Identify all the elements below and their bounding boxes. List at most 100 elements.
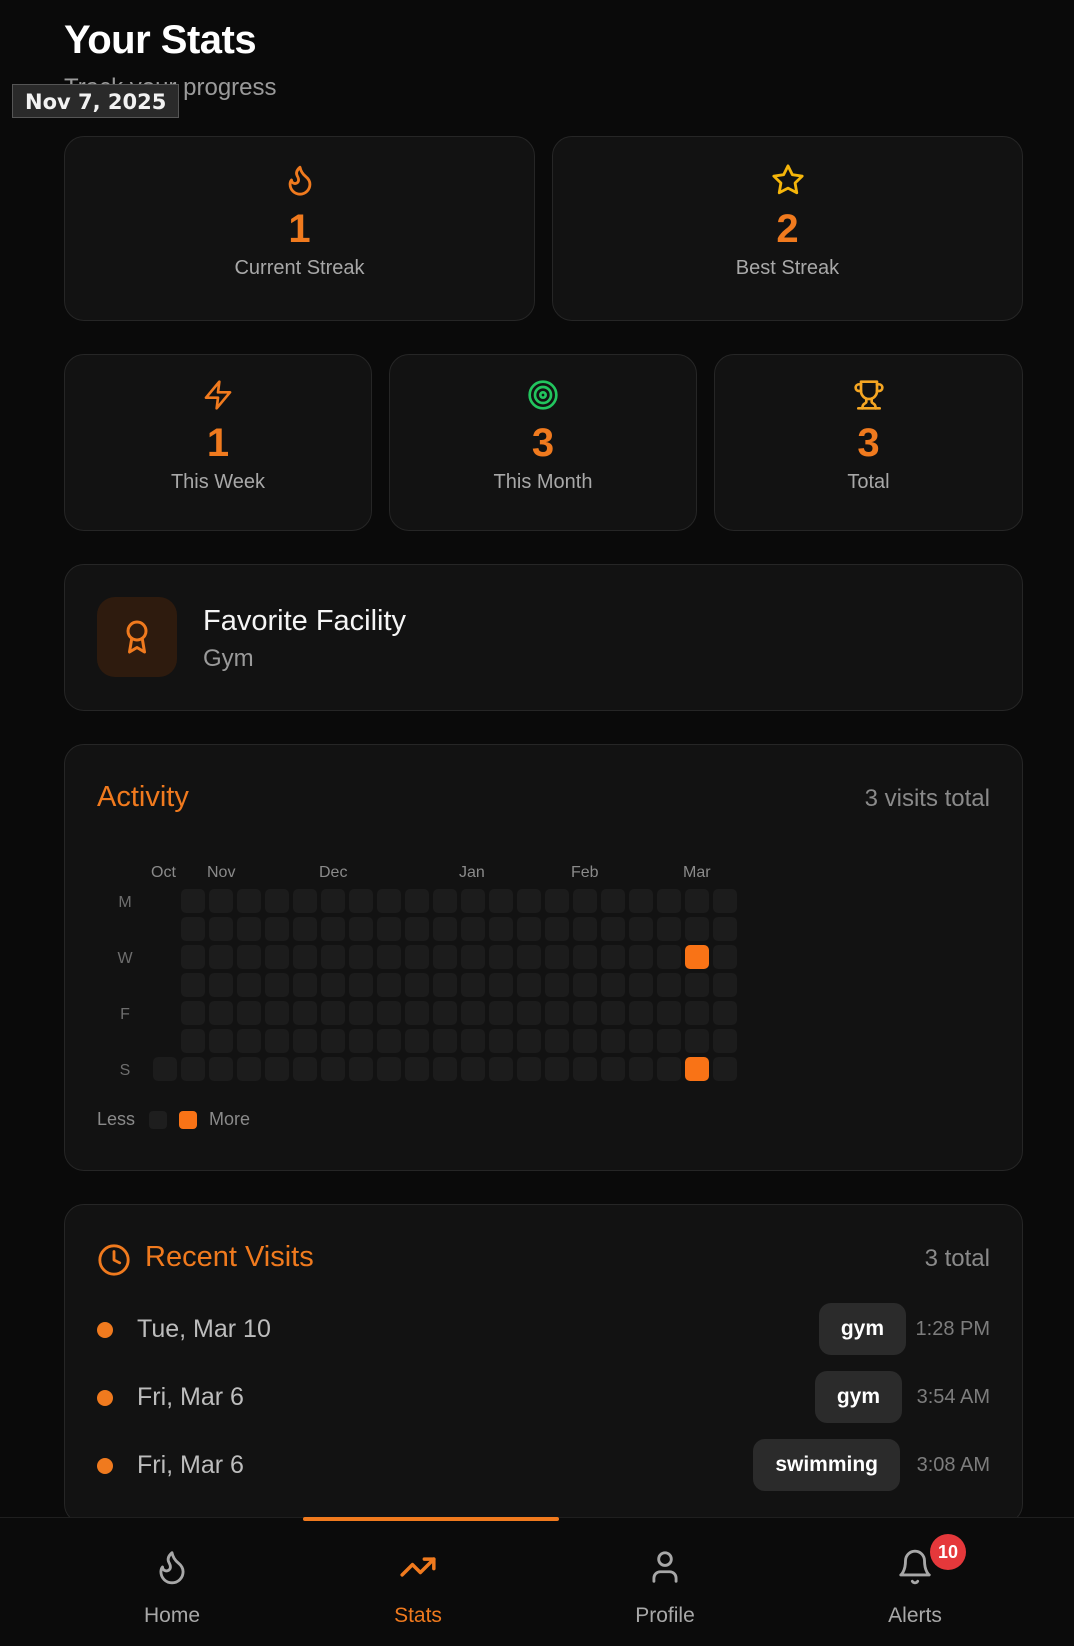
nav-item-alerts[interactable]: 10 Alerts bbox=[792, 1518, 1038, 1646]
stats-page: Your Stats Track your progress Nov 7, 20… bbox=[0, 0, 1074, 1646]
trending-up-icon bbox=[400, 1557, 436, 1577]
heatmap-cell bbox=[377, 1057, 401, 1081]
heatmap-cell bbox=[405, 945, 429, 969]
legend-empty-swatch bbox=[149, 1111, 167, 1129]
best-streak-value: 2 bbox=[776, 207, 799, 251]
heatmap-cell bbox=[293, 1057, 317, 1081]
heatmap-cell bbox=[433, 1001, 457, 1025]
heatmap-cell bbox=[293, 1029, 317, 1053]
favorite-facility-card: Favorite Facility Gym bbox=[64, 564, 1023, 711]
heatmap-cell bbox=[349, 917, 373, 941]
heatmap-cell bbox=[685, 889, 709, 913]
heatmap-cell bbox=[629, 973, 653, 997]
heatmap-cell bbox=[293, 889, 317, 913]
facility-badge: gym bbox=[814, 1371, 902, 1423]
heatmap-cell bbox=[489, 1057, 513, 1081]
heatmap-cell bbox=[377, 1001, 401, 1025]
heatmap-cell bbox=[601, 1001, 625, 1025]
heatmap-cell bbox=[657, 945, 681, 969]
heatmap-cell bbox=[349, 1001, 373, 1025]
nav-label-stats: Stats bbox=[394, 1604, 442, 1627]
heatmap-cell bbox=[601, 917, 625, 941]
heatmap-cell bbox=[293, 973, 317, 997]
nav-item-profile[interactable]: Profile bbox=[542, 1518, 788, 1646]
bottom-nav: Home Stats Profile 10 Alerts bbox=[0, 1517, 1074, 1646]
total-card: 3 Total bbox=[714, 354, 1023, 531]
heatmap-cell bbox=[209, 917, 233, 941]
month-label: Mar bbox=[683, 864, 711, 881]
visit-row[interactable]: Fri, Mar 6 swimming 3:08 AM bbox=[65, 1439, 1022, 1491]
heatmap-cell bbox=[461, 973, 485, 997]
legend-less: Less bbox=[97, 1109, 136, 1129]
visit-date: Fri, Mar 6 bbox=[137, 1451, 244, 1479]
day-label: M bbox=[118, 894, 131, 911]
heatmap-cell bbox=[489, 973, 513, 997]
heatmap-cell-active bbox=[685, 945, 709, 969]
heatmap-cell bbox=[433, 917, 457, 941]
heatmap-cell bbox=[265, 917, 289, 941]
recent-visits-card: Recent Visits 3 total Tue, Mar 10 gym 1:… bbox=[64, 1204, 1023, 1524]
heatmap-cell bbox=[181, 1057, 205, 1081]
heatmap-cell bbox=[489, 1029, 513, 1053]
heatmap-cell bbox=[349, 1029, 373, 1053]
heatmap-cell bbox=[713, 1001, 737, 1025]
activity-card: Activity 3 visits total Oct Nov Dec Jan Feb M… bbox=[64, 744, 1023, 1171]
heatmap-cell bbox=[657, 1057, 681, 1081]
heatmap-cell bbox=[209, 1001, 233, 1025]
heatmap-cell bbox=[209, 889, 233, 913]
heatmap-cell bbox=[657, 1001, 681, 1025]
heatmap-cell bbox=[181, 917, 205, 941]
heatmap-cell bbox=[573, 1029, 597, 1053]
heatmap-cell bbox=[181, 945, 205, 969]
heatmap-cell bbox=[265, 945, 289, 969]
heatmap-cell bbox=[629, 1029, 653, 1053]
heatmap-cell bbox=[601, 1057, 625, 1081]
heatmap-cell bbox=[713, 917, 737, 941]
heatmap-cell bbox=[321, 945, 345, 969]
heatmap-cell bbox=[433, 973, 457, 997]
heatmap-cell bbox=[237, 945, 261, 969]
heatmap-cell bbox=[601, 945, 625, 969]
heatmap-cell bbox=[181, 973, 205, 997]
heatmap-cell bbox=[461, 945, 485, 969]
heatmap-cell bbox=[349, 945, 373, 969]
nav-label-home: Home bbox=[143, 1604, 201, 1627]
legend-full-swatch bbox=[179, 1111, 197, 1129]
heatmap-cell bbox=[209, 945, 233, 969]
visit-date: Tue, Mar 10 bbox=[137, 1315, 271, 1343]
heatmap-cell bbox=[517, 1001, 541, 1025]
zap-icon bbox=[204, 380, 232, 410]
heatmap-cell bbox=[209, 973, 233, 997]
heatmap-cell bbox=[685, 1001, 709, 1025]
visit-date: Fri, Mar 6 bbox=[137, 1383, 244, 1411]
bell-icon bbox=[899, 1549, 931, 1585]
favorite-icon-box bbox=[97, 597, 177, 677]
this-week-label: This Week bbox=[170, 471, 266, 493]
heatmap-cell bbox=[321, 917, 345, 941]
current-streak-value: 1 bbox=[288, 207, 311, 251]
visit-dot bbox=[97, 1390, 113, 1406]
best-streak-card: 2 Best Streak bbox=[552, 136, 1023, 321]
target-icon bbox=[528, 380, 558, 410]
heatmap-cell bbox=[265, 889, 289, 913]
date-tag: Nov 7, 2025 bbox=[12, 84, 180, 118]
heatmap-cell bbox=[629, 1001, 653, 1025]
visit-dot bbox=[97, 1322, 113, 1338]
heatmap-cell bbox=[545, 973, 569, 997]
activity-meta: 3 visits total bbox=[864, 785, 990, 812]
heatmap-cell bbox=[405, 917, 429, 941]
heatmap-cell bbox=[265, 1029, 289, 1053]
visit-row[interactable]: Fri, Mar 6 gym 3:54 AM bbox=[65, 1371, 1022, 1423]
heatmap-cell bbox=[377, 889, 401, 913]
heatmap-cell bbox=[685, 1029, 709, 1053]
heatmap-cell bbox=[461, 1029, 485, 1053]
visit-time: 3:54 AM bbox=[916, 1386, 990, 1408]
heatmap-cell bbox=[713, 945, 737, 969]
nav-item-home[interactable]: Home bbox=[49, 1518, 295, 1646]
visit-row[interactable]: Tue, Mar 10 gym 1:28 PM bbox=[65, 1303, 1022, 1355]
heatmap-cell bbox=[489, 889, 513, 913]
heatmap-cell bbox=[657, 917, 681, 941]
nav-item-stats[interactable]: Stats bbox=[295, 1518, 541, 1646]
visit-time: 1:28 PM bbox=[915, 1318, 990, 1340]
heatmap-cell bbox=[265, 1001, 289, 1025]
